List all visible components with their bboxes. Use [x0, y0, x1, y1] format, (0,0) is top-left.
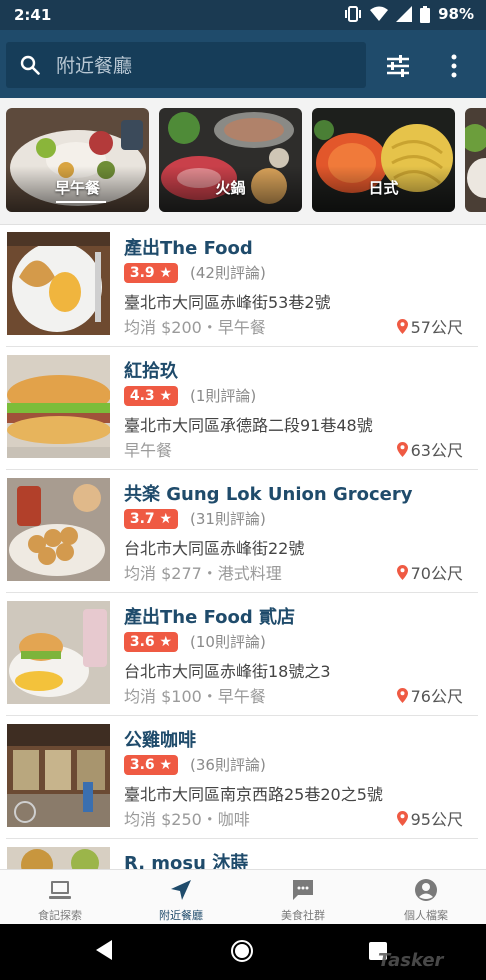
review-count: (36則評論) [190, 756, 266, 774]
nav-label: 個人檔案 [404, 909, 448, 922]
review-count: (1則評論) [190, 387, 257, 405]
restaurant-name: R. mosu 沐蒔 [124, 853, 249, 869]
restaurant-name: 公雞咖啡 [124, 730, 196, 751]
distance-text: 95公尺 [410, 810, 463, 829]
location-pin-icon [396, 687, 408, 703]
restaurant-meta: 均消 $250・咖啡 [124, 810, 250, 829]
search-icon [20, 55, 40, 75]
distance: 76公尺 [396, 683, 463, 707]
list-item[interactable]: 產出The Food 貳店 3.6 ★ (10則評論) 台北市大同區赤峰街18號… [0, 594, 486, 716]
restaurant-photo [7, 847, 110, 869]
restaurant-name: 產出The Food [124, 238, 253, 259]
list-item[interactable]: 共楽 Gung Lok Union Grocery 3.7 ★ (31則評論) … [0, 471, 486, 593]
signal-icon [396, 6, 413, 22]
nav-tab-explore[interactable]: 食記探索 [0, 870, 120, 925]
rating-badge: 4.3 ★ [124, 386, 178, 406]
restaurant-photo [7, 724, 110, 827]
list-item[interactable]: 紅拾玖 4.3 ★ (1則評論) 臺北市大同區承德路二段91巷48號 早午餐 6… [0, 348, 486, 470]
review-count: (42則評論) [190, 264, 266, 282]
restaurant-meta: 均消 $200・早午餐 [124, 318, 266, 337]
restaurant-meta: 均消 $277・港式料理 [124, 564, 282, 583]
app-bar [0, 30, 486, 98]
status-bar: 2:41 98% [0, 0, 486, 30]
category-selected-indicator [56, 201, 106, 203]
location-pin-icon [396, 441, 408, 457]
nav-tab-nearby[interactable]: 附近餐廳 [121, 870, 241, 925]
category-label: 日式 [368, 179, 399, 197]
more-options-icon[interactable] [446, 52, 462, 80]
list-item[interactable]: 公雞咖啡 3.6 ★ (36則評論) 臺北市大同區南京西路25巷20之5號 均消… [0, 717, 486, 839]
distance: 57公尺 [396, 314, 463, 338]
restaurant-list: 產出The Food 3.9 ★ (42則評論) 臺北市大同區赤峰街53巷2號 … [0, 225, 486, 869]
category-strip: 早午餐 火鍋 日式 [0, 98, 486, 225]
restaurant-meta: 均消 $100・早午餐 [124, 687, 266, 706]
rating-badge: 3.7 ★ [124, 509, 178, 529]
account-icon [415, 879, 437, 901]
rating-badge: 3.9 ★ [124, 263, 178, 283]
distance-text: 76公尺 [410, 687, 463, 706]
rating-badge: 3.6 ★ [124, 755, 178, 775]
vibrate-icon [345, 6, 362, 22]
list-item[interactable]: 產出The Food 3.9 ★ (42則評論) 臺北市大同區赤峰街53巷2號 … [0, 225, 486, 347]
laptop-icon [49, 881, 71, 899]
restaurant-meta: 早午餐 [124, 441, 173, 460]
restaurant-address: 臺北市大同區赤峰街53巷2號 [124, 293, 331, 312]
status-time: 2:41 [14, 6, 52, 24]
restaurant-photo [7, 478, 110, 581]
distance-text: 70公尺 [410, 564, 463, 583]
filter-icon[interactable] [384, 52, 412, 80]
category-card-partial[interactable] [465, 108, 486, 212]
search-box[interactable] [6, 42, 366, 88]
distance: 63公尺 [396, 437, 463, 461]
distance-text: 63公尺 [410, 441, 463, 460]
back-icon[interactable] [94, 939, 114, 961]
restaurant-photo [7, 232, 110, 335]
restaurant-name: 紅拾玖 [124, 361, 178, 382]
partial-category-photo [465, 108, 486, 212]
restaurant-photo [7, 355, 110, 458]
location-pin-icon [396, 318, 408, 334]
restaurant-address: 臺北市大同區承德路二段91巷48號 [124, 416, 373, 435]
location-pin-icon [396, 810, 408, 826]
bottom-navigation: 食記探索 附近餐廳 美食社群 個人檔案 [0, 869, 486, 925]
list-item[interactable]: R. mosu 沐蒔 [0, 840, 486, 869]
battery-percent: 98% [438, 5, 474, 23]
restaurant-photo [7, 601, 110, 704]
distance: 95公尺 [396, 806, 463, 830]
restaurant-address: 台北市大同區赤峰街18號之3 [124, 662, 331, 681]
review-count: (10則評論) [190, 633, 266, 651]
nav-tab-community[interactable]: 美食社群 [243, 870, 363, 925]
home-icon[interactable] [230, 939, 254, 963]
restaurant-name: 共楽 Gung Lok Union Grocery [124, 484, 413, 505]
distance-text: 57公尺 [410, 318, 463, 337]
watermark: Tasker [378, 950, 444, 971]
restaurant-address: 台北市大同區赤峰街22號 [124, 539, 305, 558]
battery-icon [420, 5, 431, 23]
category-label: 火鍋 [215, 179, 246, 197]
nav-label: 食記探索 [38, 909, 82, 922]
category-label: 早午餐 [54, 179, 100, 197]
wifi-icon [370, 6, 389, 21]
navigation-arrow-icon [171, 880, 191, 900]
location-pin-icon [396, 564, 408, 580]
category-card-hotpot[interactable]: 火鍋 [159, 108, 302, 212]
nav-label: 美食社群 [281, 909, 325, 922]
rating-badge: 3.6 ★ [124, 632, 178, 652]
category-card-brunch[interactable]: 早午餐 [6, 108, 149, 212]
distance: 70公尺 [396, 560, 463, 584]
category-card-japanese[interactable]: 日式 [312, 108, 455, 212]
restaurant-address: 臺北市大同區南京西路25巷20之5號 [124, 785, 383, 804]
status-icons: 98% [344, 5, 474, 23]
nav-tab-profile[interactable]: 個人檔案 [366, 870, 486, 925]
search-input[interactable] [54, 48, 358, 84]
restaurant-name: 產出The Food 貳店 [124, 607, 296, 628]
chat-icon [293, 880, 313, 900]
review-count: (31則評論) [190, 510, 266, 528]
nav-label: 附近餐廳 [159, 909, 203, 922]
